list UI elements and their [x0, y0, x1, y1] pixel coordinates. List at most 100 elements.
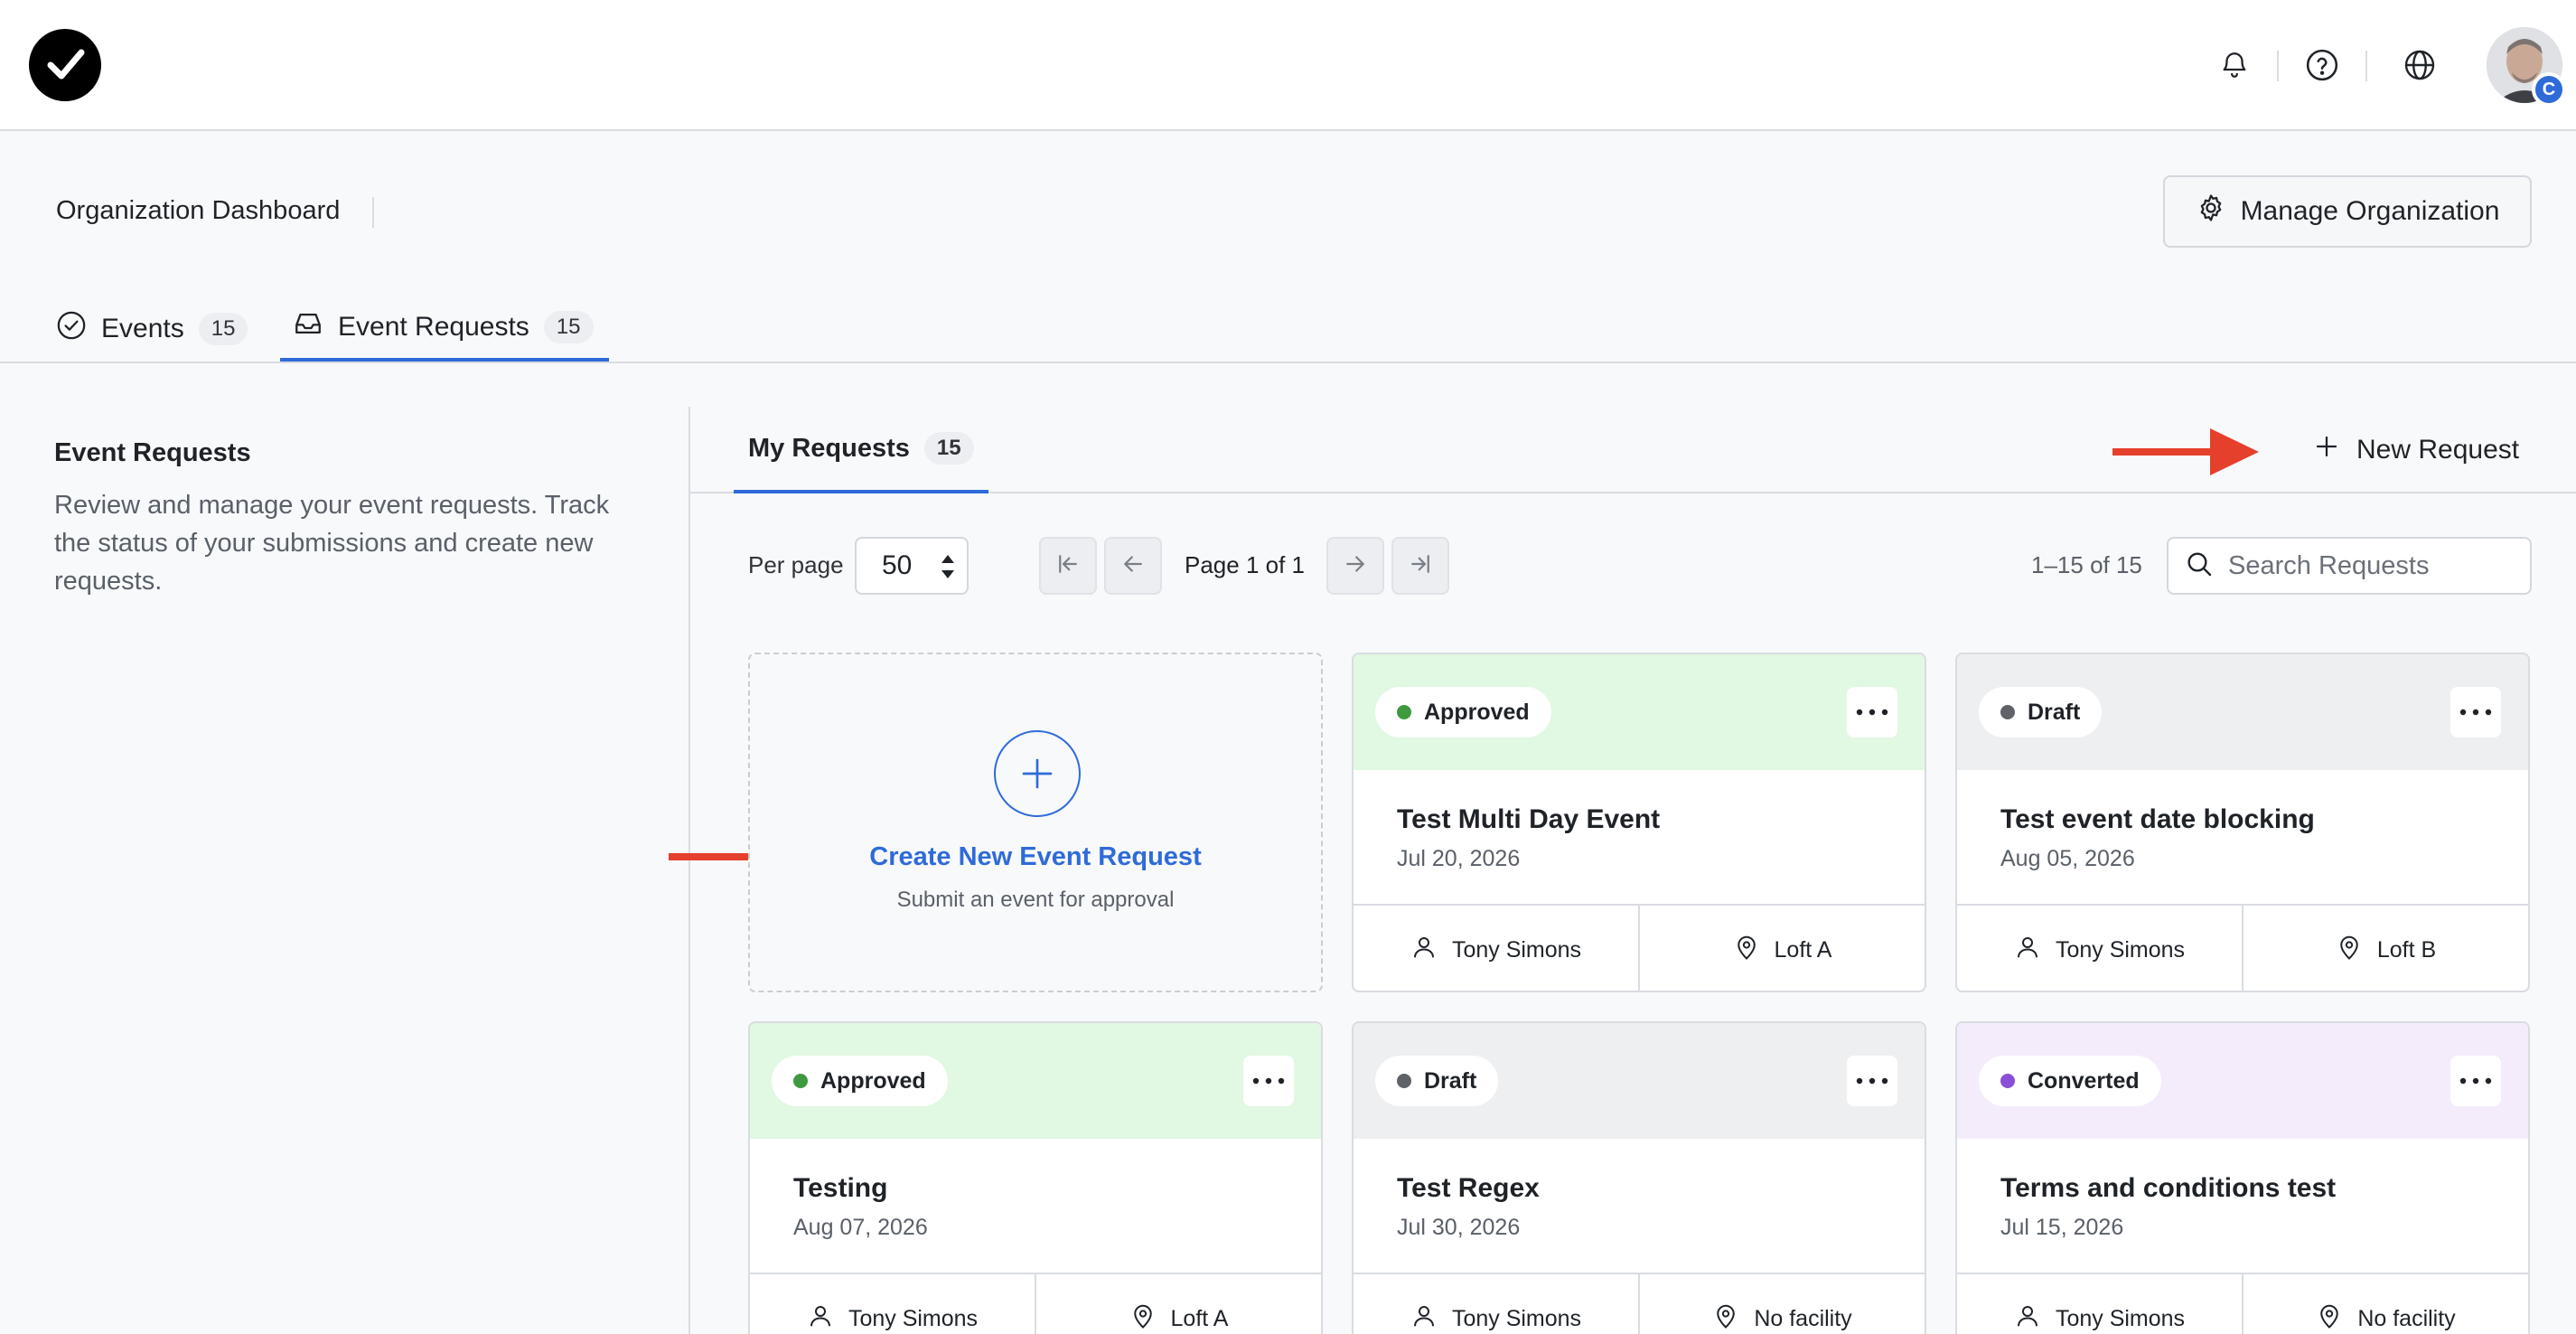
request-card[interactable]: Converted Terms and conditions test Jul … — [1955, 1021, 2530, 1334]
main-tabs: Events 15 Event Requests 15 — [0, 286, 2576, 363]
help-icon[interactable] — [2300, 43, 2344, 87]
card-date: Aug 05, 2026 — [2000, 846, 2135, 871]
divider — [372, 197, 374, 228]
card-location: No facility — [1638, 1274, 1925, 1334]
card-requester: Tony Simons — [1957, 906, 2242, 991]
tab-my-requests[interactable]: My Requests 15 — [734, 407, 988, 493]
status-label: Converted — [2028, 1067, 2140, 1094]
request-card[interactable]: Approved Testing Aug 07, 2026 Tony Simon… — [748, 1021, 1323, 1334]
more-options-button[interactable] — [1847, 1056, 1897, 1106]
user-icon — [2014, 1302, 2041, 1334]
results-range: 1–15 of 15 — [2031, 551, 2142, 578]
globe-icon[interactable] — [2398, 43, 2441, 87]
card-title: Test Multi Day Event — [1397, 804, 1661, 834]
user-icon — [1410, 934, 1438, 967]
new-request-button[interactable]: New Request — [2313, 428, 2519, 472]
location-pin-icon — [1733, 934, 1760, 967]
tab-my-requests-count: 15 — [923, 432, 974, 465]
location-name: Loft A — [1774, 936, 1832, 963]
last-page-button[interactable] — [1391, 537, 1449, 595]
tab-events[interactable]: Events 15 — [56, 296, 248, 362]
card-requester: Tony Simons — [1354, 1274, 1638, 1334]
request-card[interactable]: Draft Test event date blocking Aug 05, 2… — [1955, 653, 2530, 992]
per-page-label: Per page — [748, 551, 844, 578]
new-request-label: New Request — [2356, 435, 2520, 465]
requester-name: Tony Simons — [2055, 1305, 2186, 1331]
card-requester: Tony Simons — [750, 1274, 1035, 1334]
manage-organization-button[interactable]: Manage Organization — [2163, 175, 2532, 248]
card-title: Testing — [793, 1173, 888, 1203]
card-date: Jul 30, 2026 — [1397, 1215, 1521, 1240]
inbox-icon — [293, 308, 323, 346]
requester-name: Tony Simons — [1451, 1305, 1582, 1331]
sort-arrows-icon — [941, 555, 954, 578]
more-options-button[interactable] — [1243, 1056, 1294, 1106]
status-label: Draft — [2028, 699, 2081, 725]
card-footer: Tony Simons No facility — [1957, 1273, 2528, 1334]
tab-event-requests-count: 15 — [543, 311, 594, 343]
card-title: Test event date blocking — [2000, 804, 2315, 834]
logo-check-icon[interactable] — [29, 29, 101, 101]
bell-icon[interactable] — [2213, 43, 2256, 87]
location-name: No facility — [1754, 1305, 1852, 1331]
status-label: Draft — [1424, 1067, 1477, 1094]
gear-icon — [2196, 193, 2226, 230]
more-options-button[interactable] — [1847, 687, 1897, 737]
card-location: Loft A — [1035, 1274, 1321, 1334]
annotation-arrow — [2112, 428, 2259, 475]
location-pin-icon — [1129, 1302, 1157, 1334]
card-header: Approved — [1354, 654, 1925, 770]
ellipsis-icon — [1252, 1073, 1285, 1089]
manage-organization-label: Manage Organization — [2240, 196, 2500, 226]
previous-page-button[interactable] — [1104, 537, 1162, 595]
request-card[interactable]: Approved Test Multi Day Event Jul 20, 20… — [1352, 653, 1926, 992]
tab-event-requests[interactable]: Event Requests 15 — [280, 296, 609, 362]
divider — [2365, 51, 2367, 81]
card-footer: Tony Simons Loft A — [750, 1273, 1321, 1334]
page-title: Organization Dashboard — [56, 196, 341, 225]
status-dot — [2000, 705, 2015, 719]
search-input[interactable] — [2228, 550, 2517, 581]
avatar[interactable]: C — [2487, 27, 2566, 107]
card-header: Approved — [750, 1023, 1321, 1139]
check-circle-icon — [56, 310, 87, 348]
create-event-request-card[interactable]: Create New Event Request Submit an event… — [748, 653, 1323, 992]
card-footer: Tony Simons Loft A — [1354, 904, 1925, 991]
ellipsis-icon — [2459, 1073, 2492, 1089]
location-pin-icon — [1712, 1302, 1739, 1334]
requester-name: Tony Simons — [2055, 936, 2186, 963]
card-location: Loft B — [2242, 906, 2528, 991]
ellipsis-icon — [1856, 1073, 1888, 1089]
first-page-button[interactable] — [1039, 537, 1097, 595]
divider — [2277, 51, 2279, 81]
requester-name: Tony Simons — [848, 1305, 979, 1331]
add-circle-icon[interactable] — [994, 730, 1081, 817]
card-footer: Tony Simons No facility — [1354, 1273, 1925, 1334]
arrow-left-icon — [1119, 550, 1147, 582]
location-name: No facility — [2357, 1305, 2456, 1331]
card-date: Jul 20, 2026 — [1397, 846, 1521, 871]
location-pin-icon — [2336, 934, 2363, 967]
request-card[interactable]: Draft Test Regex Jul 30, 2026 Tony Simon… — [1352, 1021, 1926, 1334]
per-page-select[interactable]: 50 — [855, 537, 969, 595]
status-dot — [2000, 1074, 2015, 1088]
card-header: Converted — [1957, 1023, 2528, 1139]
ellipsis-icon — [1856, 704, 1888, 720]
card-location: Loft A — [1638, 906, 1925, 991]
sidebar-title: Event Requests — [54, 438, 251, 467]
more-options-button[interactable] — [2450, 687, 2501, 737]
more-options-button[interactable] — [2450, 1056, 2501, 1106]
status-badge: Draft — [1979, 687, 2103, 737]
card-date: Jul 15, 2026 — [2000, 1215, 2124, 1240]
card-requester: Tony Simons — [1354, 906, 1638, 991]
avatar-badge: C — [2532, 72, 2566, 107]
per-page-value: 50 — [882, 550, 913, 580]
sidebar-description: Review and manage your event requests. T… — [54, 491, 610, 596]
create-event-request-link[interactable]: Create New Event Request — [750, 842, 1321, 872]
card-date: Aug 07, 2026 — [793, 1215, 928, 1240]
next-page-button[interactable] — [1326, 537, 1384, 595]
create-event-request-subtitle: Submit an event for approval — [896, 888, 1175, 912]
status-label: Approved — [1424, 699, 1530, 725]
search-box[interactable] — [2167, 537, 2532, 595]
status-badge: Approved — [772, 1056, 948, 1106]
